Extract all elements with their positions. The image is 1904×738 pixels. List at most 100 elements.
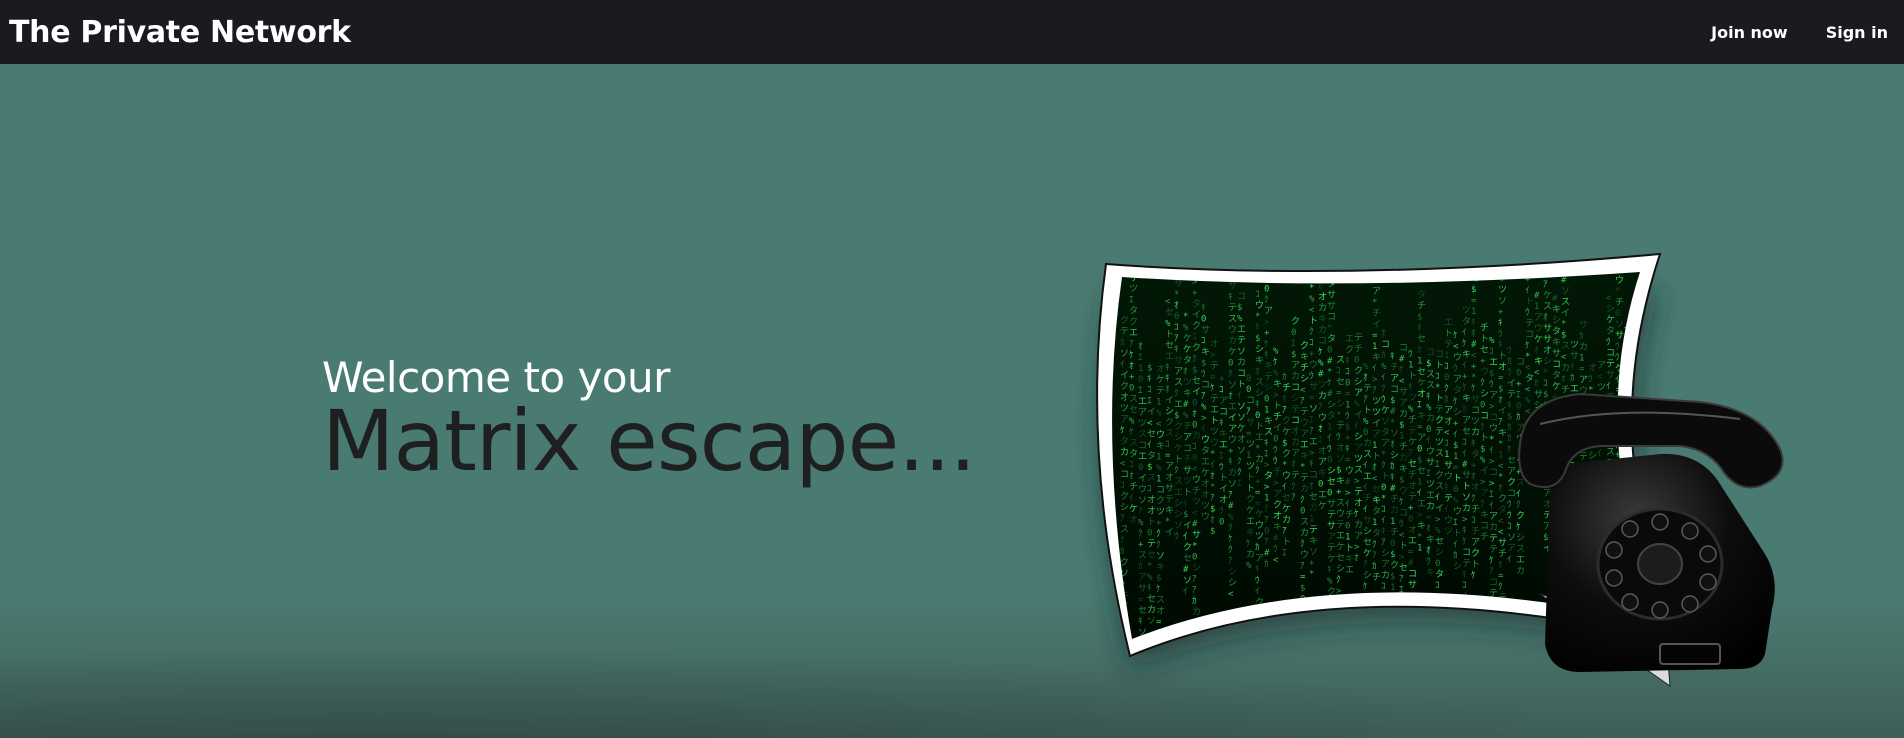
matrix-glyph: ｶ: [1507, 356, 1512, 367]
matrix-glyph: ｷ: [1219, 418, 1224, 428]
matrix-glyph: >: [1345, 488, 1351, 498]
matrix-glyph: キ: [1264, 417, 1273, 427]
matrix-glyph: キ: [1462, 350, 1471, 360]
matrix-glyph: ア: [1354, 388, 1363, 398]
matrix-glyph: ト: [1210, 416, 1219, 426]
matrix-glyph: ｶ: [1453, 550, 1458, 561]
matrix-glyph: タ: [1498, 504, 1507, 515]
matrix-glyph: ｷ: [1498, 340, 1503, 350]
matrix-glyph: #: [1273, 534, 1279, 544]
matrix-glyph: ウ: [1444, 515, 1453, 526]
matrix-glyph: テ: [1444, 493, 1453, 504]
matrix-glyph: ソ: [1156, 551, 1165, 561]
matrix-glyph: タ: [1606, 326, 1615, 337]
matrix-glyph: 1: [1156, 452, 1161, 462]
matrix-glyph: エ: [1201, 458, 1210, 468]
matrix-glyph: ト: [1444, 329, 1453, 339]
matrix-glyph: ｲ: [1183, 587, 1188, 597]
matrix-glyph: ツ: [1597, 383, 1606, 393]
matrix-glyph: ソ: [1498, 296, 1507, 306]
matrix-glyph: *: [1300, 463, 1305, 473]
matrix-glyph: 1: [1327, 423, 1332, 433]
matrix-glyph: >: [1264, 461, 1270, 471]
matrix-glyph: ｷ: [1201, 304, 1206, 314]
matrix-glyph: ア: [1507, 467, 1516, 477]
matrix-glyph: 0: [1192, 420, 1197, 430]
matrix-glyph: ｷ: [1147, 374, 1152, 384]
matrix-glyph: <: [1471, 351, 1477, 361]
matrix-glyph: タ: [1390, 626, 1399, 637]
matrix-glyph: ｸ: [1237, 467, 1242, 478]
matrix-glyph: ｲ: [1237, 391, 1242, 401]
matrix-glyph: エ: [1138, 452, 1147, 462]
matrix-glyph: 0: [1255, 642, 1260, 652]
matrix-glyph: 0: [1426, 425, 1431, 435]
matrix-glyph: ウ: [1228, 434, 1237, 445]
brand-logo-link[interactable]: The Private Network: [9, 15, 351, 50]
matrix-glyph: ｹ: [1264, 339, 1269, 350]
matrix-glyph: *: [1147, 561, 1152, 571]
matrix-glyph: セ: [1372, 484, 1381, 495]
matrix-glyph: >: [1273, 391, 1279, 401]
matrix-glyph: +: [1462, 372, 1468, 382]
top-navbar: The Private Network Join now Sign in: [0, 0, 1904, 64]
matrix-glyph: イ: [1390, 638, 1399, 648]
matrix-glyph: =: [1255, 499, 1261, 509]
matrix-glyph: %: [1408, 404, 1414, 414]
matrix-glyph: コ: [1237, 369, 1246, 379]
matrix-glyph: #: [1399, 354, 1405, 364]
matrix-glyph: ｹ: [1318, 346, 1323, 357]
matrix-glyph: セ: [1399, 562, 1408, 573]
matrix-glyph: コ: [1489, 578, 1498, 588]
matrix-glyph: #: [1390, 407, 1396, 417]
matrix-glyph: ス: [1354, 465, 1363, 475]
matrix-glyph: +: [1300, 672, 1306, 682]
matrix-glyph: ソ: [1138, 496, 1147, 506]
matrix-glyph: ツ: [1444, 527, 1453, 537]
matrix-glyph: タ: [1327, 653, 1336, 664]
matrix-glyph: 1: [1372, 441, 1377, 451]
matrix-glyph: 1: [1498, 450, 1503, 460]
matrix-glyph: ケ: [1201, 468, 1210, 479]
matrix-glyph: ｷ: [1300, 650, 1305, 660]
matrix-glyph: ｱ: [1282, 526, 1287, 536]
matrix-glyph: ｸ: [1192, 353, 1197, 364]
matrix-glyph: ソ: [1309, 547, 1318, 557]
matrix-glyph: シ: [1228, 578, 1237, 588]
join-now-link[interactable]: Join now: [1711, 23, 1788, 42]
matrix-glyph: シ: [1381, 549, 1390, 559]
matrix-glyph: $: [1336, 465, 1341, 475]
matrix-glyph: エ: [1489, 358, 1498, 368]
matrix-glyph: テ: [1408, 425, 1417, 436]
matrix-glyph: %: [1156, 408, 1162, 418]
matrix-glyph: $: [1498, 384, 1503, 394]
matrix-glyph: ア: [1264, 307, 1273, 317]
matrix-glyph: ｵ: [1669, 329, 1674, 340]
matrix-glyph: ｱ: [1255, 697, 1260, 704]
matrix-glyph: ｲ: [1453, 540, 1458, 550]
matrix-glyph: シ: [1291, 394, 1300, 404]
matrix-glyph: ｶ: [1282, 371, 1287, 382]
matrix-glyph: ト: [1345, 543, 1354, 553]
matrix-glyph: ｺ: [1192, 442, 1197, 452]
matrix-glyph: ウ: [1615, 275, 1624, 286]
matrix-glyph: *: [1381, 450, 1386, 460]
matrix-glyph: チ: [1282, 382, 1291, 393]
matrix-glyph: 0: [1192, 398, 1197, 408]
matrix-glyph: ア: [1480, 489, 1489, 499]
matrix-glyph: ア: [1183, 433, 1192, 443]
matrix-glyph: *: [1417, 532, 1422, 542]
sign-in-link[interactable]: Sign in: [1826, 23, 1888, 42]
matrix-glyph: ｳ: [1201, 369, 1206, 380]
hero-headline: Matrix escape...: [322, 392, 976, 490]
matrix-glyph: エ: [1210, 405, 1219, 415]
matrix-glyph: オ: [1498, 361, 1507, 372]
matrix-glyph: テ: [1579, 451, 1588, 462]
matrix-glyph: 0: [1129, 384, 1134, 394]
matrix-glyph: 0: [1453, 485, 1458, 495]
matrix-glyph: エ: [1300, 441, 1309, 451]
matrix-glyph: オ: [1444, 416, 1453, 427]
matrix-glyph: イ: [1381, 692, 1390, 702]
matrix-glyph: コ: [1246, 396, 1255, 406]
matrix-glyph: ｲ: [1129, 494, 1134, 504]
